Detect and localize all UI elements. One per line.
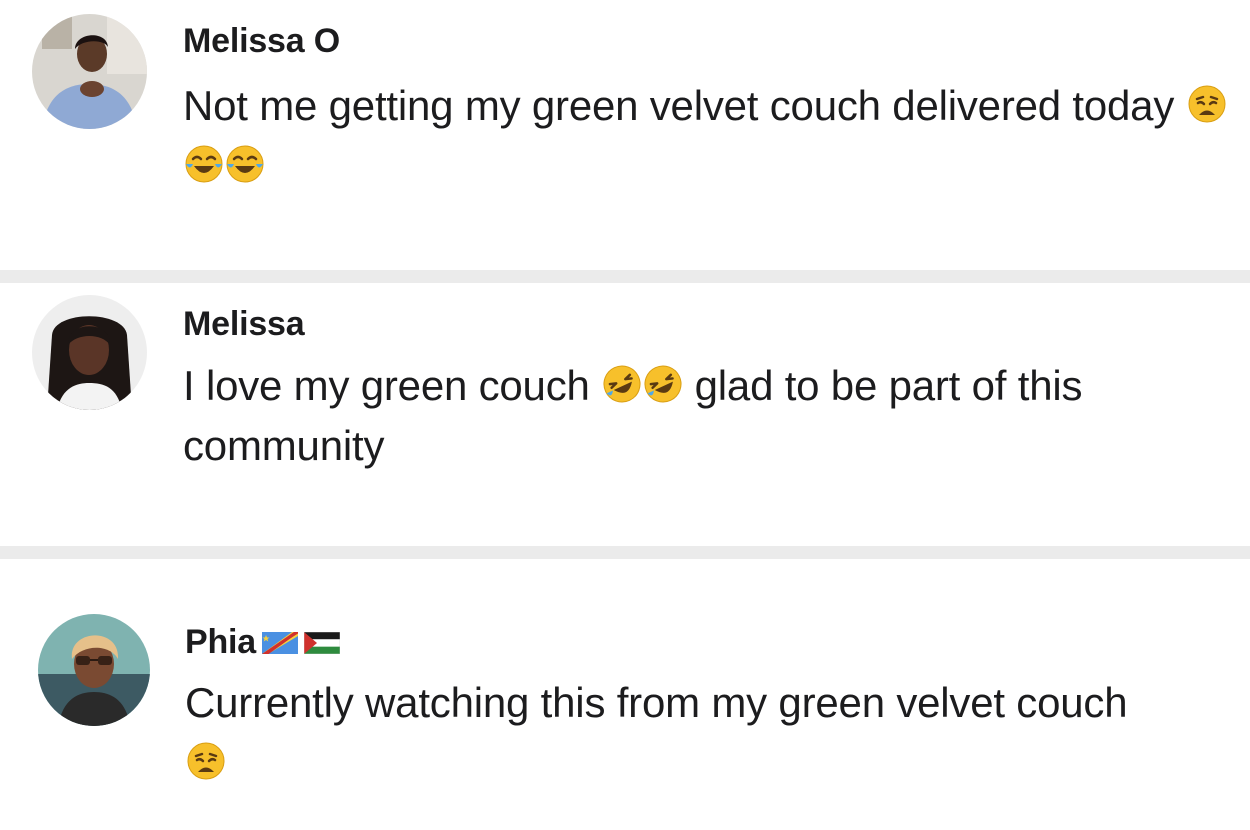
avatar[interactable]	[32, 14, 147, 129]
comment-text: Currently watching this from my green ve…	[185, 673, 1235, 793]
tears-of-joy-icon	[225, 144, 265, 184]
weary-face-icon	[186, 741, 226, 781]
divider	[0, 270, 1250, 283]
rolling-on-floor-laughing-icon	[643, 364, 683, 404]
weary-face-icon	[1187, 84, 1227, 124]
comment-username[interactable]: Melissa	[183, 305, 305, 344]
dr-congo-flag-icon	[262, 631, 299, 654]
comment-text: I love my green couch glad to be part of…	[183, 356, 1233, 476]
comment-item: Melissa I love my green couch glad to be…	[0, 283, 1250, 546]
tears-of-joy-icon	[184, 144, 224, 184]
avatar[interactable]	[32, 295, 147, 410]
avatar[interactable]	[38, 614, 150, 726]
comment-item: Melissa O Not me getting my green velvet…	[0, 0, 1250, 270]
comment-username-text: Phia	[185, 623, 257, 661]
comment-text-body: Currently watching this from my green ve…	[185, 679, 1128, 726]
comment-username[interactable]: Melissa O	[183, 22, 340, 61]
comment-text-body: Not me getting my green velvet couch del…	[183, 82, 1186, 129]
comment-username[interactable]: Phia	[185, 623, 341, 662]
comment-text: Not me getting my green velvet couch del…	[183, 76, 1233, 196]
divider	[0, 546, 1250, 559]
comment-item: Phia Currently watching this from my gre…	[0, 559, 1250, 830]
comment-text-before: I love my green couch	[183, 362, 602, 409]
palestine-flag-icon	[304, 631, 341, 654]
rolling-on-floor-laughing-icon	[602, 364, 642, 404]
